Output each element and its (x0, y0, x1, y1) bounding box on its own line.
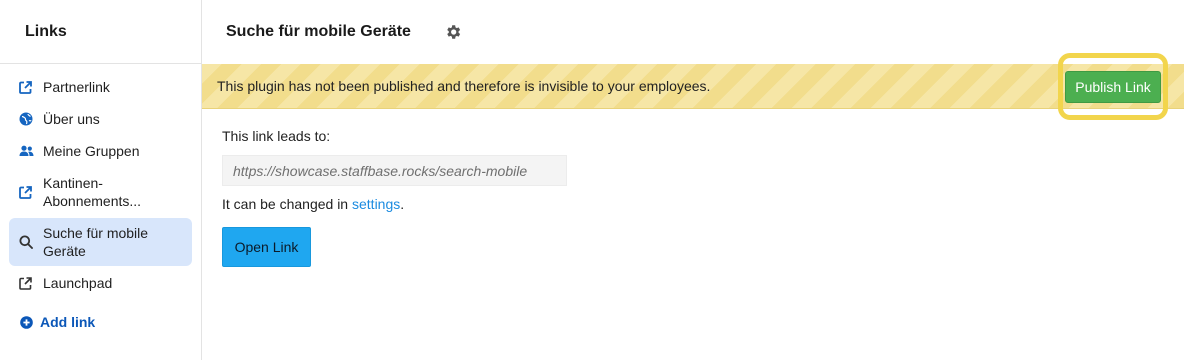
sidebar-item-label: Über uns (43, 111, 100, 127)
sidebar-title: Links (0, 0, 201, 64)
change-hint-suffix: . (400, 196, 405, 212)
plus-circle-icon (20, 315, 33, 329)
change-hint: It can be changed in settings. (222, 196, 567, 212)
sidebar-item-label: Meine Gruppen (43, 143, 140, 159)
users-icon (19, 142, 35, 160)
link-details: This link leads to: https://showcase.sta… (222, 128, 567, 267)
sidebar: Links Partnerlink Über uns Meine Gruppen… (0, 0, 202, 360)
add-link-label: Add link (40, 314, 96, 330)
sidebar-item-launchpad[interactable]: Launchpad (9, 268, 192, 298)
sidebar-item-label: Kantinen-Abonnements... (43, 175, 142, 209)
banner-message: This plugin has not been published and t… (217, 78, 711, 94)
search-icon (19, 233, 35, 251)
globe-icon (19, 110, 35, 128)
add-link-button[interactable]: Add link (20, 314, 201, 330)
sidebar-item-label: Suche für mobile Geräte (43, 225, 149, 259)
settings-link[interactable]: settings (352, 196, 400, 212)
gear-icon[interactable] (444, 23, 462, 41)
url-field: https://showcase.staffbase.rocks/search-… (222, 155, 567, 186)
main-panel: Suche für mobile Geräte This plugin has … (202, 0, 1184, 360)
open-link-button[interactable]: Open Link (222, 227, 311, 267)
sidebar-item-meine-gruppen[interactable]: Meine Gruppen (9, 136, 192, 166)
sidebar-item-partnerlink[interactable]: Partnerlink (9, 72, 192, 102)
sidebar-item-kantinen-abonnements[interactable]: Kantinen-Abonnements... (9, 168, 192, 216)
change-hint-prefix: It can be changed in (222, 196, 349, 212)
unpublished-banner: This plugin has not been published and t… (202, 53, 1184, 120)
publish-highlight: Publish Link (1058, 53, 1168, 120)
external-link-icon (19, 78, 35, 96)
page-title: Suche für mobile Geräte (226, 23, 411, 40)
sidebar-item-label: Launchpad (43, 275, 113, 291)
sidebar-item-label: Partnerlink (43, 79, 110, 95)
external-link-icon (19, 274, 35, 292)
sidebar-nav: Partnerlink Über uns Meine Gruppen Kanti… (0, 64, 201, 298)
publish-link-button[interactable]: Publish Link (1065, 70, 1161, 103)
main-header: Suche für mobile Geräte (202, 0, 1184, 64)
external-link-icon (19, 183, 35, 201)
sidebar-item-ueber-uns[interactable]: Über uns (9, 104, 192, 134)
sidebar-item-suche-mobile[interactable]: Suche für mobile Geräte (9, 218, 192, 266)
leads-label: This link leads to: (222, 128, 331, 144)
